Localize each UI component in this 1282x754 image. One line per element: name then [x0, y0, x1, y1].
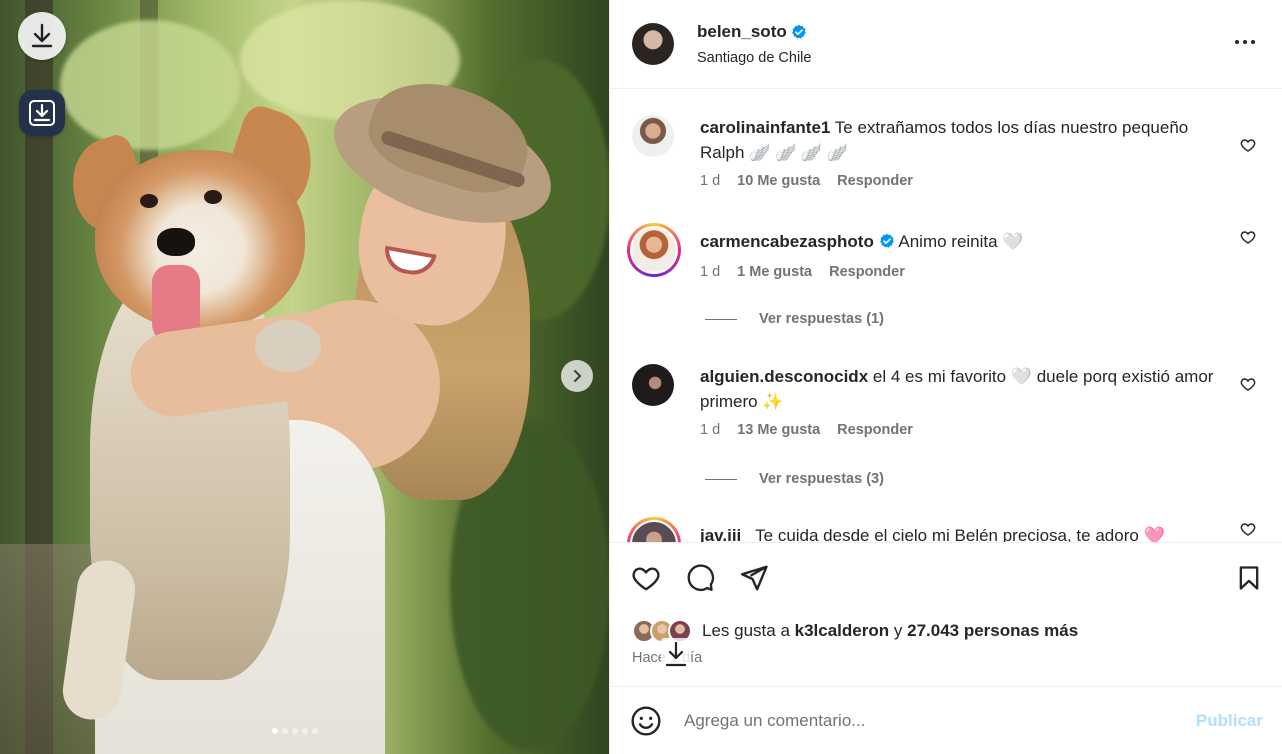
- carousel-indicator: [272, 728, 318, 734]
- post-location[interactable]: Santiago de Chile: [697, 50, 811, 66]
- comment-username[interactable]: carmencabezasphoto: [700, 232, 874, 251]
- like-comment-heart-icon[interactable]: [1240, 229, 1256, 245]
- download-tray-icon: [29, 100, 55, 126]
- view-replies-button[interactable]: Ver respuestas (1): [705, 311, 884, 327]
- comment-time[interactable]: 1 d: [700, 422, 720, 438]
- download-icon: [661, 638, 691, 670]
- corgi-paw: [255, 320, 321, 372]
- share-send-icon[interactable]: [738, 563, 770, 593]
- like-comment-heart-icon[interactable]: [1240, 137, 1256, 153]
- corgi-nose: [157, 228, 195, 256]
- instagram-post-modal: belen_soto Santiago de Chile carolinainf…: [0, 0, 1282, 754]
- like-heart-icon[interactable]: [630, 563, 662, 593]
- comment-username[interactable]: alguien.desconocidx: [700, 367, 868, 386]
- verified-badge-icon: [879, 233, 894, 248]
- reply-button[interactable]: Responder: [829, 264, 905, 280]
- post-header: belen_soto Santiago de Chile: [610, 0, 1282, 89]
- comment-time[interactable]: 1 d: [700, 173, 720, 189]
- comment-item: carolinainfante1 Te extrañamos todos los…: [632, 115, 1264, 189]
- comment-likes[interactable]: 13 Me gusta: [737, 422, 820, 438]
- carousel-dot: [282, 728, 288, 734]
- download-floating-button[interactable]: [661, 638, 691, 670]
- more-options-icon: [1235, 40, 1255, 44]
- author-info: belen_soto Santiago de Chile: [697, 22, 811, 66]
- post-side-panel: belen_soto Santiago de Chile carolinainf…: [609, 0, 1282, 754]
- corgi-eye: [140, 194, 158, 208]
- comment-username[interactable]: jav.iii: [700, 526, 741, 542]
- story-ring[interactable]: [627, 223, 681, 277]
- view-replies-button[interactable]: Ver respuestas (3): [705, 471, 884, 487]
- download-button[interactable]: [18, 12, 66, 60]
- likes-prefix: Les gusta a: [702, 621, 790, 640]
- corgi-head: [95, 150, 305, 330]
- reply-button[interactable]: Responder: [837, 173, 913, 189]
- chevron-right-icon: [573, 369, 582, 383]
- comment-text: Animo reinita 🤍: [898, 232, 1024, 251]
- download-all-button[interactable]: [19, 90, 65, 136]
- action-icons: [630, 563, 770, 593]
- author-avatar[interactable]: [632, 23, 674, 65]
- comment-avatar[interactable]: [632, 364, 674, 406]
- verified-badge-icon: [791, 24, 806, 39]
- comment-item: jav.iii Te cuida desde el cielo mi Belén…: [627, 517, 1264, 542]
- comments-list[interactable]: carolinainfante1 Te extrañamos todos los…: [610, 89, 1282, 542]
- view-replies-label: Ver respuestas (1): [759, 311, 884, 327]
- post-photo[interactable]: [0, 0, 609, 754]
- replies-divider: [705, 478, 737, 480]
- comment-avatar[interactable]: [630, 226, 678, 274]
- replies-divider: [705, 318, 737, 320]
- reply-button[interactable]: Responder: [837, 422, 913, 438]
- likes-connector: y: [893, 621, 903, 640]
- comment-time[interactable]: 1 d: [700, 264, 720, 280]
- author-username[interactable]: belen_soto: [697, 22, 787, 42]
- carousel-dot: [292, 728, 298, 734]
- comment-input[interactable]: [684, 710, 1196, 731]
- liker-username[interactable]: k3lcalderon: [795, 621, 890, 640]
- view-replies-label: Ver respuestas (3): [759, 471, 884, 487]
- post-actions: Les gusta a k3lcalderon y 27.043 persona…: [610, 542, 1282, 685]
- comment-likes[interactable]: 1 Me gusta: [737, 264, 812, 280]
- comment-username[interactable]: carolinainfante1: [700, 118, 830, 137]
- more-options-button[interactable]: [1233, 30, 1257, 59]
- emoji-icon[interactable]: [630, 705, 662, 737]
- next-image-button[interactable]: [561, 360, 593, 392]
- foliage: [60, 20, 240, 150]
- comment-bubble-icon[interactable]: [684, 563, 716, 593]
- like-comment-heart-icon[interactable]: [1240, 521, 1256, 537]
- comment-avatar[interactable]: [630, 520, 678, 542]
- author-name-row: belen_soto: [697, 22, 811, 42]
- carousel-dot: [272, 728, 278, 734]
- comment-item: alguien.desconocidx el 4 es mi favorito …: [632, 364, 1264, 438]
- carousel-dot: [302, 728, 308, 734]
- comment-text: Te cuida desde el cielo mi Belén precios…: [755, 526, 1165, 542]
- likes-others-count[interactable]: 27.043 personas más: [907, 621, 1078, 640]
- download-icon: [31, 23, 53, 48]
- comment-likes[interactable]: 10 Me gusta: [737, 173, 820, 189]
- corgi-eye: [204, 190, 222, 204]
- like-comment-heart-icon[interactable]: [1240, 376, 1256, 392]
- comment-item: carmencabezasphoto Animo reinita 🤍 1 d 1…: [627, 223, 1264, 280]
- publish-button[interactable]: Publicar: [1196, 711, 1263, 731]
- add-comment-bar: Publicar: [610, 686, 1282, 754]
- carousel-dot: [312, 728, 318, 734]
- likes-summary[interactable]: Les gusta a k3lcalderon y 27.043 persona…: [632, 619, 1078, 643]
- bookmark-icon[interactable]: [1235, 563, 1263, 593]
- story-ring[interactable]: [627, 517, 681, 542]
- comment-avatar[interactable]: [632, 115, 674, 157]
